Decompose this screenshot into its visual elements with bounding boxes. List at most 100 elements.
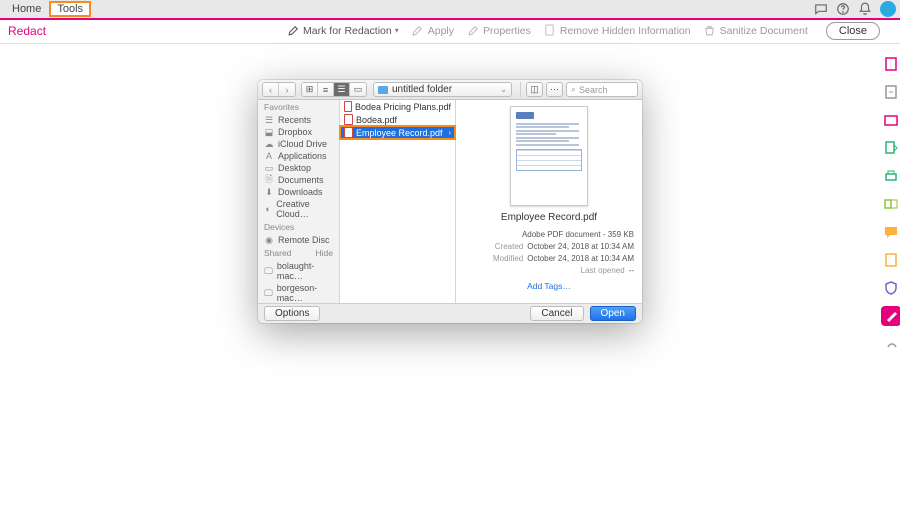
sidebar-shared-header: Shared — [264, 248, 291, 258]
pdf-file-icon — [344, 101, 352, 112]
remove-hidden-button[interactable]: Remove Hidden Information — [543, 24, 691, 38]
preview-column: Employee Record.pdf Adobe PDF document -… — [456, 100, 642, 303]
chevron-right-icon: › — [448, 128, 451, 137]
sidebar-recents[interactable]: ☰ Recents — [258, 114, 339, 126]
nav-back-forward[interactable]: ‹ › — [262, 82, 296, 97]
recents-icon: ☰ — [264, 115, 274, 125]
sidebar-hide[interactable]: Hide — [316, 248, 333, 258]
sanitize-button[interactable]: Sanitize Document — [703, 24, 808, 38]
sanitize-label: Sanitize Document — [720, 25, 808, 37]
sanitize-icon — [703, 24, 717, 38]
sidebar-item-label: Remote Disc — [278, 235, 330, 245]
sidebar-item-label: borgeson-mac… — [277, 283, 333, 303]
location-dropdown[interactable]: untitled folder ⌄ — [373, 82, 512, 97]
rail-pdf-icon[interactable] — [883, 56, 899, 72]
file-name: Employee Record.pdf — [356, 128, 443, 138]
sidebar-item-label: Recents — [278, 115, 311, 125]
sidebar-shared-host-1[interactable]: 🖵bolaught-mac… — [258, 260, 339, 282]
sidebar-creative-cloud[interactable]: ◐ Creative Cloud… — [258, 198, 339, 220]
file-name: Bodea.pdf — [356, 115, 397, 125]
view-columns[interactable]: ☰ — [334, 83, 350, 96]
options-button[interactable]: Options — [264, 306, 320, 321]
dropbox-icon: ⬓ — [264, 127, 274, 137]
rail-print-icon[interactable] — [883, 168, 899, 184]
search-input[interactable]: ⌕ Search — [566, 82, 638, 97]
help-icon[interactable] — [836, 2, 850, 16]
apply-label: Apply — [428, 25, 454, 37]
properties-label: Properties — [483, 25, 531, 37]
file-name: Bodea Pricing Plans.pdf — [355, 102, 451, 112]
computer-icon: 🖵 — [264, 266, 273, 276]
rail-organize-icon[interactable] — [883, 140, 899, 156]
rail-redact-icon[interactable] — [883, 308, 899, 324]
rail-edit-icon[interactable] — [883, 112, 899, 128]
dropdown-caret-icon: ▾ — [395, 26, 399, 35]
app-top-bar: Home Tools — [0, 0, 900, 18]
add-tags-link[interactable]: Add Tags… — [527, 281, 571, 291]
cloud-icon: ☁ — [264, 139, 274, 149]
dialog-sidebar: Favorites ☰ Recents ⬓Dropbox ☁ iCloud Driv… — [258, 100, 340, 303]
sidebar-item-label: Applications — [278, 151, 327, 161]
rail-export-icon[interactable] — [883, 84, 899, 100]
tab-tools[interactable]: Tools — [49, 1, 91, 17]
action-button[interactable]: ⋯ — [546, 82, 563, 97]
sidebar-downloads[interactable]: ⬇Downloads — [258, 186, 339, 198]
back-button[interactable]: ‹ — [263, 83, 279, 96]
properties-button[interactable]: Properties — [466, 24, 531, 38]
disc-icon: ◉ — [264, 235, 274, 245]
mark-icon — [286, 24, 300, 38]
rail-combine-icon[interactable] — [883, 196, 899, 212]
right-tool-rail — [882, 44, 900, 352]
forward-button[interactable]: › — [279, 83, 295, 96]
avatar[interactable] — [880, 1, 896, 17]
sidebar-dropbox[interactable]: ⬓Dropbox — [258, 126, 339, 138]
sidebar-remote-disc[interactable]: ◉ Remote Disc — [258, 234, 339, 246]
downloads-icon: ⬇ — [264, 187, 274, 197]
cancel-button[interactable]: Cancel — [530, 306, 583, 321]
lastopened-value: -- — [629, 265, 634, 277]
document-icon — [543, 24, 557, 38]
open-button[interactable]: Open — [590, 306, 636, 321]
pdf-file-icon — [344, 127, 353, 138]
sidebar-applications[interactable]: A Applications — [258, 150, 339, 162]
created-label: Created — [495, 241, 523, 253]
file-row[interactable]: Bodea Pricing Plans.pdf — [340, 100, 455, 113]
file-row-selected[interactable]: Employee Record.pdf › — [340, 126, 455, 139]
document-thumbnail — [510, 106, 588, 206]
modified-value: October 24, 2018 at 10:34 AM — [527, 253, 634, 265]
close-button[interactable]: Close — [826, 22, 880, 40]
rail-comment-icon[interactable] — [883, 224, 899, 240]
remove-hidden-label: Remove Hidden Information — [560, 25, 691, 37]
rail-protect-icon[interactable] — [883, 280, 899, 296]
location-label: untitled folder — [392, 84, 452, 95]
lastopened-label: Last opened — [581, 265, 625, 277]
sidebar-icloud[interactable]: ☁ iCloud Drive — [258, 138, 339, 150]
file-row[interactable]: Bodea.pdf — [340, 113, 455, 126]
computer-icon: 🖵 — [264, 288, 273, 298]
rail-more-icon[interactable] — [883, 336, 899, 352]
sidebar-devices-header: Devices — [264, 222, 294, 232]
bell-icon[interactable] — [858, 2, 872, 16]
view-list[interactable]: ≡ — [318, 83, 334, 96]
sidebar-documents[interactable]: 🗎Documents — [258, 174, 339, 186]
view-mode-segmented[interactable]: ⊞ ≡ ☰ ▭ — [301, 82, 367, 97]
properties-icon — [466, 24, 480, 38]
apply-button[interactable]: Apply — [411, 24, 454, 38]
sidebar-item-label: iCloud Drive — [278, 139, 327, 149]
rail-fill-sign-icon[interactable] — [883, 252, 899, 268]
applications-icon: A — [264, 151, 274, 161]
chat-icon[interactable] — [814, 2, 828, 16]
view-icons[interactable]: ⊞ — [302, 83, 318, 96]
mark-for-redaction-button[interactable]: Mark for Redaction▾ — [286, 24, 399, 38]
sidebar-favorites-header: Favorites — [264, 102, 299, 112]
chevron-down-icon: ⌄ — [500, 85, 507, 94]
view-gallery[interactable]: ▭ — [350, 83, 366, 96]
search-icon: ⌕ — [571, 84, 576, 95]
preview-kind: Adobe PDF document - 359 KB — [522, 229, 634, 241]
redact-title: Redact — [8, 24, 46, 38]
sidebar-shared-host-2[interactable]: 🖵 borgeson-mac… — [258, 282, 339, 303]
tab-home[interactable]: Home — [4, 1, 49, 17]
tag-button[interactable]: ◫ — [526, 82, 543, 97]
creative-cloud-icon: ◐ — [264, 204, 272, 214]
sidebar-item-label: Creative Cloud… — [276, 199, 333, 219]
